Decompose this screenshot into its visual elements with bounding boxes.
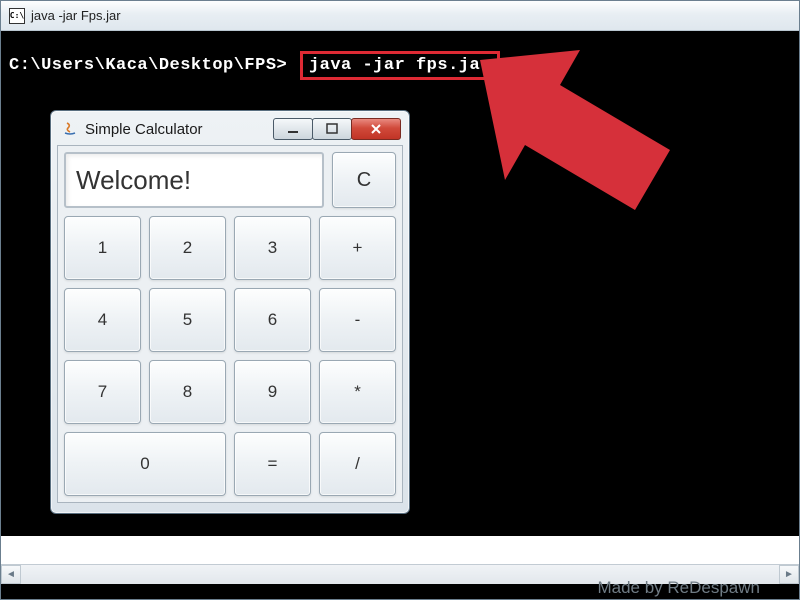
console-title: java -jar Fps.jar (31, 8, 121, 23)
console-prompt: C:\Users\Kaca\Desktop\FPS> (9, 56, 287, 75)
digit-1-button[interactable]: 1 (64, 216, 141, 280)
credit-text: Made by ReDespawn (597, 578, 760, 598)
calculator-window: Simple Calculator Welcome! C 1 2 3 + 4 5… (50, 110, 410, 514)
minimize-button[interactable] (273, 118, 313, 140)
minus-button[interactable]: - (319, 288, 396, 352)
calculator-title: Simple Calculator (85, 121, 203, 138)
digit-8-button[interactable]: 8 (149, 360, 226, 424)
multiply-button[interactable]: * (319, 360, 396, 424)
digit-9-button[interactable]: 9 (234, 360, 311, 424)
console-command: java -jar fps.jar (309, 56, 491, 75)
digit-5-button[interactable]: 5 (149, 288, 226, 352)
digit-4-button[interactable]: 4 (64, 288, 141, 352)
scroll-right-button[interactable]: ► (779, 565, 799, 584)
clear-button[interactable]: C (332, 152, 396, 208)
java-icon (61, 120, 79, 138)
digit-2-button[interactable]: 2 (149, 216, 226, 280)
calculator-display: Welcome! (64, 152, 324, 208)
calculator-panel: Welcome! C 1 2 3 + 4 5 6 - 7 8 9 * 0 = / (57, 145, 403, 503)
digit-6-button[interactable]: 6 (234, 288, 311, 352)
equals-button[interactable]: = (234, 432, 311, 496)
scroll-left-button[interactable]: ◄ (1, 565, 21, 584)
digit-3-button[interactable]: 3 (234, 216, 311, 280)
close-icon (370, 123, 382, 135)
cmd-icon: C:\ (9, 8, 25, 24)
maximize-button[interactable] (312, 118, 352, 140)
digit-7-button[interactable]: 7 (64, 360, 141, 424)
calculator-keypad: 1 2 3 + 4 5 6 - 7 8 9 * 0 = / (64, 216, 396, 496)
maximize-icon (326, 123, 338, 135)
digit-0-button[interactable]: 0 (64, 432, 226, 496)
console-titlebar[interactable]: C:\ java -jar Fps.jar (1, 1, 799, 31)
console-command-highlight: java -jar fps.jar (300, 51, 500, 80)
plus-button[interactable]: + (319, 216, 396, 280)
divide-button[interactable]: / (319, 432, 396, 496)
close-button[interactable] (351, 118, 401, 140)
window-controls (274, 118, 401, 140)
calculator-titlebar[interactable]: Simple Calculator (57, 117, 403, 145)
minimize-icon (287, 123, 299, 135)
